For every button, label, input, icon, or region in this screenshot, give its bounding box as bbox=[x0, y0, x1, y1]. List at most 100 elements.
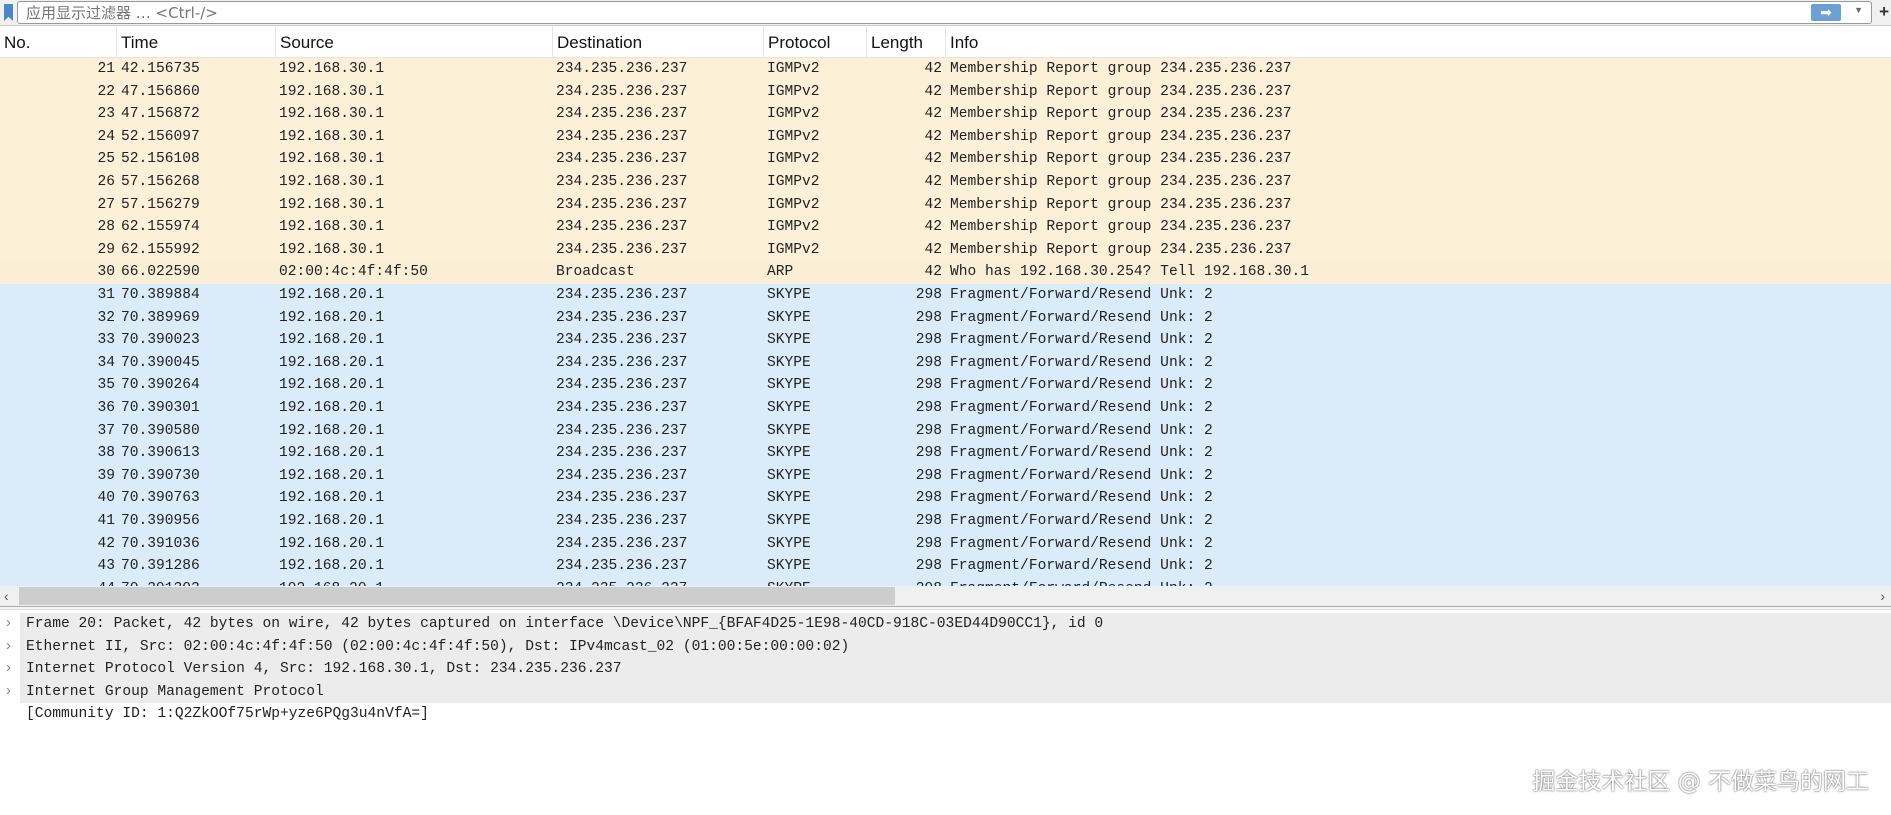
cell-source: 192.168.30.1 bbox=[279, 151, 385, 168]
detail-tree-item[interactable]: › Frame 20: Packet, 42 bytes on wire, 42 … bbox=[4, 613, 1891, 636]
cell-source: 192.168.20.1 bbox=[279, 332, 385, 349]
cell-no: 24 bbox=[97, 128, 115, 145]
scroll-left-icon[interactable]: ‹ bbox=[4, 586, 9, 606]
column-header-length[interactable]: Length bbox=[866, 27, 923, 58]
cell-destination: 234.235.236.237 bbox=[556, 61, 688, 77]
packet-row[interactable]: 35 70.390264 192.168.20.1 234.235.236.237 SK… bbox=[0, 374, 1891, 397]
column-header-protocol[interactable]: Protocol bbox=[763, 27, 830, 58]
cell-length: 298 bbox=[915, 558, 942, 575]
cell-destination: 234.235.236.237 bbox=[556, 422, 688, 439]
packet-list-header: No. Time Source Destination Protocol Len… bbox=[0, 27, 1891, 58]
packet-row[interactable]: 22 47.156860 192.168.30.1 234.235.236.237 IG… bbox=[0, 80, 1891, 104]
chevron-down-icon[interactable]: ▼ bbox=[1854, 5, 1863, 15]
cell-protocol: SKYPE bbox=[767, 535, 811, 552]
cell-source: 192.168.30.1 bbox=[279, 219, 385, 236]
packet-row[interactable]: 24 52.156097 192.168.30.1 234.235.236.237 IG… bbox=[0, 125, 1891, 149]
packet-row[interactable]: 44 70.391303 192.168.20.1 234.235.236.237 SK… bbox=[0, 577, 1891, 586]
packet-row[interactable]: 34 70.390045 192.168.20.1 234.235.236.237 SK… bbox=[0, 351, 1891, 375]
cell-destination: 234.235.236.237 bbox=[556, 490, 688, 507]
packet-row[interactable]: 29 62.155992 192.168.30.1 234.235.236.237 IG… bbox=[0, 238, 1891, 262]
detail-tree-item[interactable]: [Community ID: 1:Q2ZkOOf75rWp+yze6PQg3u4… bbox=[0, 703, 1891, 726]
cell-destination: 234.235.236.237 bbox=[556, 467, 688, 484]
display-filter-bar: ➡ ▼ + bbox=[0, 0, 1891, 26]
cell-length: 298 bbox=[915, 309, 942, 326]
cell-no: 33 bbox=[97, 332, 115, 349]
packet-list[interactable]: 21 42.156735 192.168.30.1 234.235.236.237 IG… bbox=[0, 58, 1891, 586]
detail-tree-item[interactable]: › Ethernet II, Src: 02:00:4c:4f:4f:50 (02… bbox=[4, 635, 1891, 659]
cell-no: 28 bbox=[97, 219, 115, 236]
cell-no: 26 bbox=[97, 174, 115, 190]
cell-length: 298 bbox=[915, 490, 942, 507]
pane-splitter[interactable] bbox=[0, 606, 1891, 610]
apply-filter-button[interactable]: ➡ bbox=[1811, 4, 1841, 21]
expand-arrow-icon[interactable]: › bbox=[4, 613, 13, 636]
packet-row[interactable]: 25 52.156108 192.168.30.1 234.235.236.237 IG… bbox=[0, 148, 1891, 171]
cell-time: 70.390730 bbox=[121, 467, 200, 484]
expand-arrow-icon[interactable]: › bbox=[4, 658, 13, 681]
packet-row[interactable]: 30 66.022590 02:00:4c:4f:4f:50 Broadcast ARP… bbox=[0, 261, 1891, 284]
cell-no: 29 bbox=[97, 241, 115, 258]
column-header-info[interactable]: Info bbox=[945, 27, 1891, 58]
cell-time: 57.156268 bbox=[121, 174, 200, 190]
cell-info: Membership Report group 234.235.236.237 bbox=[950, 241, 1292, 258]
cell-time: 62.155992 bbox=[121, 241, 200, 258]
packet-row[interactable]: 31 70.389884 192.168.20.1 234.235.236.237 SK… bbox=[0, 284, 1891, 307]
cell-destination: 234.235.236.237 bbox=[556, 332, 688, 349]
cell-protocol: IGMPv2 bbox=[767, 151, 820, 168]
packet-row[interactable]: 38 70.390613 192.168.20.1 234.235.236.237 SK… bbox=[0, 442, 1891, 465]
packet-row[interactable]: 26 57.156268 192.168.30.1 234.235.236.237 IG… bbox=[0, 171, 1891, 194]
display-filter-input[interactable] bbox=[26, 4, 1726, 22]
packet-row[interactable]: 36 70.390301 192.168.20.1 234.235.236.237 SK… bbox=[0, 397, 1891, 420]
cell-destination: 234.235.236.237 bbox=[556, 309, 688, 326]
cell-info: Fragment/Forward/Resend Unk: 2 bbox=[950, 535, 1213, 552]
cell-destination: 234.235.236.237 bbox=[556, 400, 688, 416]
packet-row[interactable]: 37 70.390580 192.168.20.1 234.235.236.237 SK… bbox=[0, 419, 1891, 443]
column-header-no[interactable]: No. bbox=[0, 27, 30, 58]
packet-row[interactable]: 33 70.390023 192.168.20.1 234.235.236.237 SK… bbox=[0, 329, 1891, 352]
cell-protocol: SKYPE bbox=[767, 422, 811, 439]
cell-info: Membership Report group 234.235.236.237 bbox=[950, 196, 1292, 213]
cell-destination: 234.235.236.237 bbox=[556, 83, 688, 100]
expand-arrow-icon[interactable]: › bbox=[4, 681, 13, 704]
cell-destination: 234.235.236.237 bbox=[556, 196, 688, 213]
detail-tree-item[interactable]: › Internet Group Management Protocol bbox=[4, 680, 1891, 704]
packet-details-pane: › Frame 20: Packet, 42 bytes on wire, 42 … bbox=[0, 613, 1891, 726]
packet-row[interactable]: 27 57.156279 192.168.30.1 234.235.236.237 IG… bbox=[0, 193, 1891, 217]
packet-row[interactable]: 39 70.390730 192.168.20.1 234.235.236.237 SK… bbox=[0, 464, 1891, 488]
column-header-time[interactable]: Time bbox=[116, 27, 158, 58]
cell-info: Membership Report group 234.235.236.237 bbox=[950, 219, 1292, 236]
packet-row[interactable]: 32 70.389969 192.168.20.1 234.235.236.237 SK… bbox=[0, 306, 1891, 330]
packet-row[interactable]: 42 70.391036 192.168.20.1 234.235.236.237 SK… bbox=[0, 532, 1891, 556]
cell-time: 52.156108 bbox=[121, 151, 200, 168]
cell-length: 298 bbox=[916, 578, 942, 586]
cell-source: 192.168.20.1 bbox=[279, 445, 385, 462]
cell-info: Who has 192.168.30.254? Tell 192.168.30.… bbox=[950, 264, 1310, 281]
cell-source: 192.168.20.1 bbox=[279, 377, 385, 394]
cell-destination: 234.235.236.237 bbox=[556, 377, 688, 394]
cell-info: Membership Report group 234.235.236.237 bbox=[950, 106, 1292, 123]
packet-row[interactable]: 41 70.390956 192.168.20.1 234.235.236.237 SK… bbox=[0, 510, 1891, 533]
cell-length: 42 bbox=[924, 196, 942, 213]
detail-tree-item[interactable]: › Internet Protocol Version 4, Src: 192.1… bbox=[4, 658, 1891, 681]
cell-source: 192.168.30.1 bbox=[279, 61, 385, 77]
packet-row[interactable]: 43 70.391286 192.168.20.1 234.235.236.237 SK… bbox=[0, 555, 1891, 578]
cell-info: Fragment/Forward/Resend Unk: 2 bbox=[950, 287, 1213, 303]
cell-protocol: ARP bbox=[767, 264, 794, 281]
cell-info: Fragment/Forward/Resend Unk: 2 bbox=[950, 377, 1213, 394]
cell-destination: 234.235.236.237 bbox=[556, 354, 688, 371]
cell-protocol: SKYPE bbox=[767, 400, 811, 416]
horizontal-scrollbar[interactable]: ‹ › bbox=[0, 586, 1891, 606]
packet-row[interactable]: 23 47.156872 192.168.30.1 234.235.236.237 IG… bbox=[0, 103, 1891, 126]
bookmark-icon[interactable] bbox=[4, 4, 13, 21]
packet-row[interactable]: 21 42.156735 192.168.30.1 234.235.236.237 IG… bbox=[0, 58, 1891, 81]
cell-no: 36 bbox=[97, 400, 115, 416]
plus-icon[interactable]: + bbox=[1879, 2, 1889, 22]
column-header-source[interactable]: Source bbox=[275, 27, 334, 58]
scrollbar-thumb[interactable] bbox=[19, 587, 895, 605]
cell-length: 42 bbox=[924, 83, 942, 100]
column-header-destination[interactable]: Destination bbox=[552, 27, 642, 58]
expand-arrow-icon[interactable]: › bbox=[4, 636, 13, 659]
packet-row[interactable]: 40 70.390763 192.168.20.1 234.235.236.237 SK… bbox=[0, 487, 1891, 510]
packet-row[interactable]: 28 62.155974 192.168.30.1 234.235.236.237 IG… bbox=[0, 216, 1891, 239]
scroll-right-icon[interactable]: › bbox=[1880, 586, 1885, 606]
